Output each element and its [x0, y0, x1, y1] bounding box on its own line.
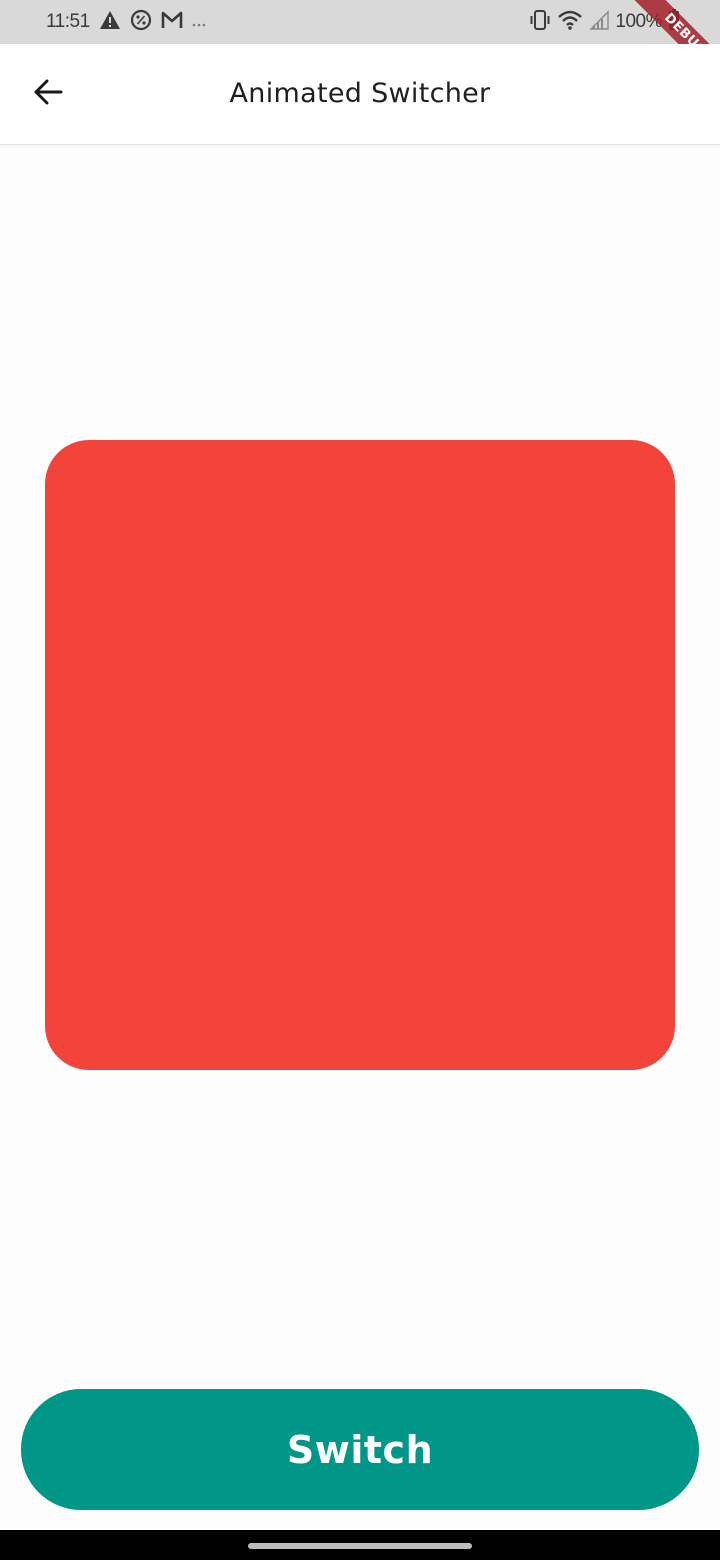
status-time: 11:51 [46, 11, 90, 32]
home-gesture-handle[interactable] [248, 1543, 472, 1549]
arrow-back-icon [33, 79, 63, 109]
signal-icon [589, 10, 610, 34]
vibrate-icon [529, 9, 551, 35]
switch-button[interactable]: Switch [21, 1389, 699, 1510]
back-button[interactable] [24, 70, 72, 118]
gmail-icon [161, 11, 183, 33]
page-title: Animated Switcher [229, 78, 491, 109]
status-bar-left: 11:51 [46, 9, 206, 35]
warning-icon [99, 10, 121, 34]
navigation-bar [0, 1530, 720, 1560]
animated-color-box [45, 440, 675, 1070]
status-bar: 11:51 100% [0, 0, 720, 44]
wifi-icon [557, 9, 583, 35]
app-bar: Animated Switcher [0, 44, 720, 145]
more-dots-icon [192, 13, 206, 32]
percent-circle-icon [130, 9, 152, 35]
